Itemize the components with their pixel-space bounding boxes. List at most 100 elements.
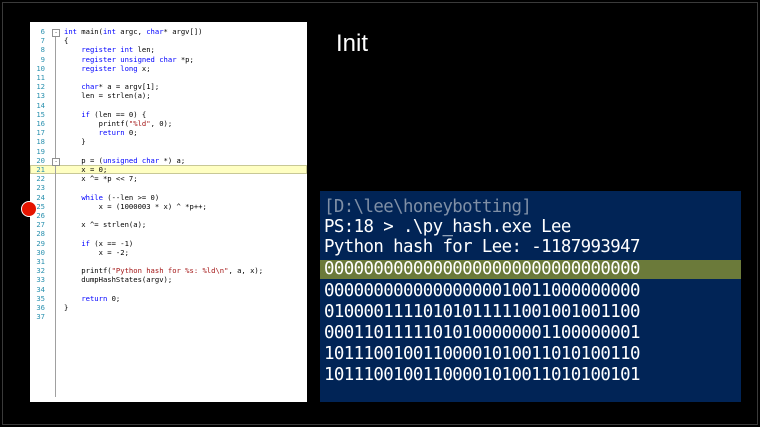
code-line[interactable]: 11 [30, 73, 307, 82]
fold-guide-main [55, 37, 56, 397]
line-number: 37 [36, 312, 45, 322]
code-line[interactable]: 20 p = (unsigned char *) a; [30, 156, 307, 165]
code-line[interactable]: 16 printf("%ld", 0); [30, 119, 307, 128]
line-number: 19 [36, 146, 45, 156]
code-line[interactable]: 28 [30, 229, 307, 238]
line-number: 17 [36, 128, 45, 138]
terminal-binary-line: 01000011110101011111001001001100 [324, 302, 640, 322]
code-line[interactable]: 13 len = strlen(a); [30, 91, 307, 100]
line-number: 12 [36, 82, 45, 92]
code-text: } [64, 137, 86, 147]
fold-collapse-icon[interactable]: - [52, 29, 60, 37]
line-number: 23 [36, 183, 45, 193]
fold-collapse-icon-if[interactable]: - [52, 158, 60, 166]
code-line[interactable]: 18 } [30, 137, 307, 146]
code-text: p = (unsigned char *) a; [64, 155, 186, 165]
code-text: if (x == -1) [81, 238, 134, 248]
code-line[interactable]: 9 register unsigned char *p; [30, 55, 307, 64]
code-line[interactable]: 26 [30, 211, 307, 220]
line-number: 30 [36, 247, 45, 257]
code-line[interactable]: 24 while (--len >= 0) [30, 193, 307, 202]
code-text: return 0; [81, 293, 121, 303]
terminal-binary-line: 00011011111010100000001100000001 [324, 323, 640, 343]
line-number: 24 [36, 192, 45, 202]
code-line[interactable]: 15 if (len == 0) { [30, 110, 307, 119]
line-number: 20 [36, 155, 45, 165]
line-number: 16 [36, 119, 45, 128]
line-number: 27 [36, 220, 45, 230]
line-number: 13 [36, 91, 45, 101]
code-text: } [64, 303, 69, 312]
code-line[interactable]: 35 return 0; [30, 294, 307, 303]
code-line[interactable]: 8 register int len; [30, 45, 307, 54]
line-number: 36 [36, 303, 45, 312]
code-line[interactable]: 31 [30, 257, 307, 266]
line-number: 35 [36, 293, 45, 303]
terminal-prompt-line: PS:18 > .\py_hash.exe Lee [324, 217, 571, 237]
code-line[interactable]: 22 x ^= *p << 7; [30, 174, 307, 183]
code-editor[interactable]: 6 int main(int argc, char* argv[]) 7{8 reg… [30, 22, 307, 402]
code-text: register unsigned char *p; [81, 54, 194, 64]
line-number: 31 [36, 257, 45, 266]
code-text: while (--len >= 0) [81, 192, 160, 202]
code-text: register int len; [81, 45, 155, 55]
line-number: 29 [36, 238, 45, 248]
code-text: x = (1000003 * x) ^ *p++; [64, 201, 207, 211]
code-line[interactable]: 34 [30, 285, 307, 294]
line-number: 34 [36, 284, 45, 294]
code-text: int main(int argc, char* argv[]) [64, 27, 203, 36]
code-text: x ^= *p << 7; [64, 174, 138, 184]
line-number: 9 [40, 54, 45, 64]
code-line[interactable]: 12 char* a = argv[1]; [30, 82, 307, 91]
line-number: 14 [36, 100, 45, 110]
line-number: 6 [40, 27, 45, 36]
line-number: 11 [36, 73, 45, 82]
powershell-terminal[interactable]: [D:\lee\honeybotting] PS:18 > .\py_hash.… [320, 191, 741, 402]
breakpoint-icon[interactable] [21, 201, 37, 217]
terminal-output-line: Python hash for Lee: -1187993947 [324, 237, 640, 257]
terminal-path-line: [D:\lee\honeybotting] [324, 197, 532, 217]
line-number: 28 [36, 229, 45, 239]
code-line[interactable]: 33 dumpHashStates(argv); [30, 275, 307, 284]
code-line[interactable]: 21 x = 0; [30, 165, 307, 175]
line-number: 32 [36, 266, 45, 276]
code-line[interactable]: 37 [30, 312, 307, 321]
code-text: x = -2; [64, 247, 129, 257]
code-text: printf("%ld", 0); [64, 119, 173, 128]
line-number: 21 [36, 165, 45, 174]
terminal-binary-line: 10111001001100001010011010100110 [324, 344, 640, 364]
slide-title: Init [336, 30, 369, 57]
code-line[interactable]: 23 [30, 183, 307, 192]
code-text: if (len == 0) { [81, 109, 147, 119]
terminal-binary-line: 00000000000000000010011000000000 [324, 281, 640, 301]
code-text: { [64, 36, 69, 46]
code-text: x ^= strlen(a); [64, 220, 147, 230]
code-line[interactable]: 25 x = (1000003 * x) ^ *p++; [30, 202, 307, 211]
code-line[interactable]: 32 printf("Python hash for %s: %ld\n", a… [30, 266, 307, 275]
code-line[interactable]: 7{ [30, 36, 307, 45]
code-line[interactable]: 27 x ^= strlen(a); [30, 220, 307, 229]
line-number: 10 [36, 63, 45, 73]
code-line[interactable]: 36} [30, 303, 307, 312]
code-text: x = 0; [64, 165, 108, 174]
code-text: char* a = argv[1]; [81, 82, 160, 92]
line-number: 22 [36, 174, 45, 184]
code-text: return 0; [98, 128, 138, 138]
code-line[interactable]: 17 return 0; [30, 128, 307, 137]
terminal-binary-line: 10111001001100001010011010100101 [324, 365, 640, 385]
code-text: dumpHashStates(argv); [64, 275, 173, 285]
code-text: len = strlen(a); [64, 91, 151, 101]
line-number: 33 [36, 275, 45, 285]
terminal-highlighted-line: 00000000000000000000000000000000 [320, 260, 741, 279]
code-line[interactable]: 29 if (x == -1) [30, 239, 307, 248]
code-line[interactable]: 19 [30, 147, 307, 156]
code-text: printf("Python hash for %s: %ld\n", a, x… [64, 266, 264, 276]
line-number: 18 [36, 137, 45, 147]
code-line[interactable]: 10 register long x; [30, 64, 307, 73]
line-number: 7 [40, 36, 45, 46]
code-line[interactable]: 14 [30, 101, 307, 110]
code-line[interactable]: 6 int main(int argc, char* argv[]) [30, 27, 307, 36]
code-line[interactable]: 30 x = -2; [30, 248, 307, 257]
line-number: 15 [36, 109, 45, 119]
code-text: register long x; [81, 63, 151, 73]
